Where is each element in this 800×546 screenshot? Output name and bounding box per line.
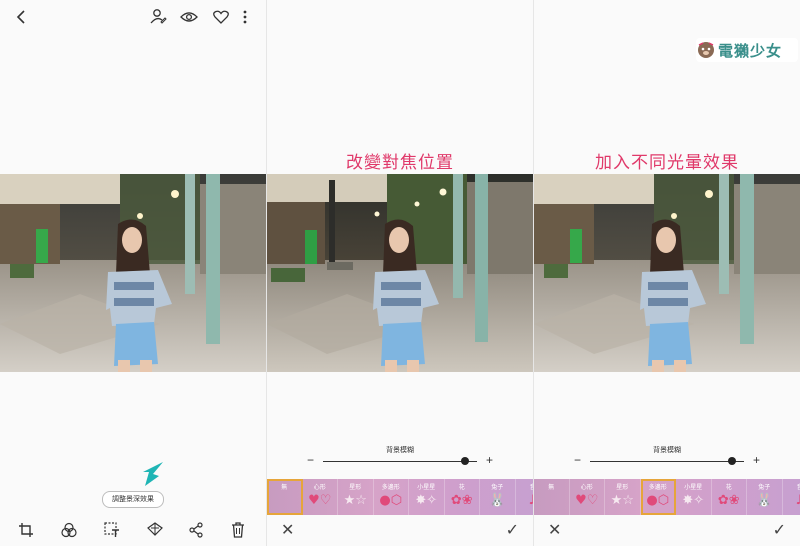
bokeh-option-7[interactable]: 音 ♪: [783, 479, 800, 515]
bokeh-option-label: 多邊形: [648, 484, 667, 491]
bokeh-option-label: 星形: [349, 484, 362, 491]
bokeh-option-label: 花: [725, 484, 732, 491]
editor-panel-main: 調整景深效果: [0, 0, 266, 546]
bokeh-option-6[interactable]: 兔子 🐰: [480, 479, 516, 515]
bokeh-option-label: 無: [281, 484, 288, 491]
bokeh-option-0[interactable]: 無: [534, 479, 570, 515]
bokeh-option-label: 兔子: [491, 484, 504, 491]
back-icon[interactable]: [12, 8, 30, 26]
bokeh-option-label: 心形: [580, 484, 593, 491]
bokeh-shape-icon: ●⬡: [379, 493, 403, 508]
panel-title: 改變對焦位置: [346, 153, 454, 173]
bokeh-option-label: 小星星: [684, 484, 703, 491]
confirm-icon[interactable]: ✓: [773, 520, 786, 539]
plus-icon[interactable]: +: [486, 453, 493, 467]
photo[interactable]: [534, 174, 800, 372]
pointer-arrow-icon: [143, 460, 167, 488]
bokeh-shape-icon: 🐰: [756, 493, 773, 508]
slider-track: [590, 461, 744, 462]
bokeh-option-label: 小星星: [417, 484, 436, 491]
adjust-depth-button[interactable]: 調整景深效果: [102, 491, 164, 508]
bokeh-option-label: 音: [796, 484, 800, 491]
focus-change-panel: 改變對焦位置 背景模糊 − + 無 心形 ♥♡ 星形 ★☆ 多邊形 ●⬡ 小星星…: [267, 0, 533, 546]
bokeh-shape-icon: ♥♡: [575, 493, 599, 508]
share-icon[interactable]: [186, 520, 206, 540]
bokeh-shape-icon: ✿❀: [717, 493, 740, 508]
slider-knob[interactable]: [727, 457, 736, 465]
bokeh-effect-strip: 無心形 ♥♡ 星形 ★☆ 多邊形 ●⬡ 小星星 ✸✧ 花 ✿❀ 兔子 🐰 音 ♪: [267, 479, 533, 515]
bokeh-option-3[interactable]: 多邊形 ●⬡: [640, 479, 676, 515]
bokeh-option-label: 兔子: [758, 484, 771, 491]
slider-track: [323, 461, 477, 462]
bokeh-shape-icon: ✿❀: [450, 493, 473, 508]
text-icon[interactable]: [102, 520, 122, 540]
panel-title: 加入不同光暈效果: [595, 153, 739, 173]
bokeh-option-label: 星形: [616, 484, 629, 491]
bokeh-shape-icon: ✸✧: [415, 493, 438, 508]
bokeh-option-0[interactable]: 無: [267, 479, 303, 515]
watermark-logo: 電獺少女: [696, 38, 798, 62]
bokeh-option-5[interactable]: 花 ✿❀: [445, 479, 480, 515]
crop-icon[interactable]: [16, 520, 36, 540]
bokeh-option-2[interactable]: 星形 ★☆: [338, 479, 374, 515]
minus-icon[interactable]: −: [574, 453, 581, 467]
bokeh-option-label: 音: [529, 484, 533, 491]
bokeh-effect-strip: 無心形 ♥♡ 星形 ★☆ 多邊形 ●⬡ 小星星 ✸✧ 花 ✿❀ 兔子 🐰 音 ♪: [534, 479, 800, 515]
bokeh-shape-icon: ♥♡: [308, 493, 332, 508]
photo[interactable]: [0, 174, 266, 372]
bokeh-shape-icon: ●⬡: [646, 493, 670, 508]
eye-icon[interactable]: [179, 7, 199, 27]
bokeh-option-4[interactable]: 小星星 ✸✧: [409, 479, 445, 515]
bokeh-option-5[interactable]: 花 ✿❀: [712, 479, 747, 515]
bokeh-option-2[interactable]: 星形 ★☆: [605, 479, 641, 515]
edit-person-icon[interactable]: [148, 7, 168, 27]
delete-icon[interactable]: [228, 520, 248, 540]
heart-icon[interactable]: [211, 7, 231, 27]
bokeh-effects-panel: 加入不同光暈效果 背景模糊 − + 無 心形 ♥♡ 星形 ★☆ 多邊形 ●⬡ 小…: [534, 0, 800, 546]
bokeh-option-7[interactable]: 音 ♪: [516, 479, 533, 515]
bokeh-option-3[interactable]: 多邊形 ●⬡: [374, 479, 409, 515]
plus-icon[interactable]: +: [753, 453, 760, 467]
paint-icon[interactable]: [145, 520, 165, 540]
bokeh-option-label: 花: [458, 484, 465, 491]
photo[interactable]: [267, 174, 533, 372]
bokeh-shape-icon: ★☆: [610, 493, 634, 508]
bokeh-option-1[interactable]: 心形 ♥♡: [570, 479, 605, 515]
bokeh-option-label: 多邊形: [381, 484, 400, 491]
bokeh-option-label: 心形: [313, 484, 326, 491]
minus-icon[interactable]: −: [307, 453, 314, 467]
blur-slider[interactable]: − +: [307, 453, 493, 467]
more-icon[interactable]: [238, 7, 252, 27]
slider-knob[interactable]: [460, 457, 469, 465]
bokeh-shape-icon: 🐰: [489, 493, 506, 508]
blur-slider[interactable]: − +: [574, 453, 760, 467]
bokeh-option-6[interactable]: 兔子 🐰: [747, 479, 783, 515]
bokeh-shape-icon: ♪: [528, 493, 533, 508]
confirm-icon[interactable]: ✓: [506, 520, 519, 539]
cancel-icon[interactable]: ✕: [281, 520, 294, 539]
filter-icon[interactable]: [59, 520, 79, 540]
bokeh-option-4[interactable]: 小星星 ✸✧: [676, 479, 712, 515]
bokeh-option-1[interactable]: 心形 ♥♡: [303, 479, 338, 515]
otter-mascot-icon: [698, 42, 714, 58]
bokeh-shape-icon: ★☆: [343, 493, 367, 508]
bokeh-shape-icon: ♪: [795, 493, 800, 508]
cancel-icon[interactable]: ✕: [548, 520, 561, 539]
watermark-text: 電獺少女: [718, 41, 783, 60]
bokeh-option-label: 無: [548, 484, 555, 491]
bokeh-shape-icon: ✸✧: [682, 493, 705, 508]
